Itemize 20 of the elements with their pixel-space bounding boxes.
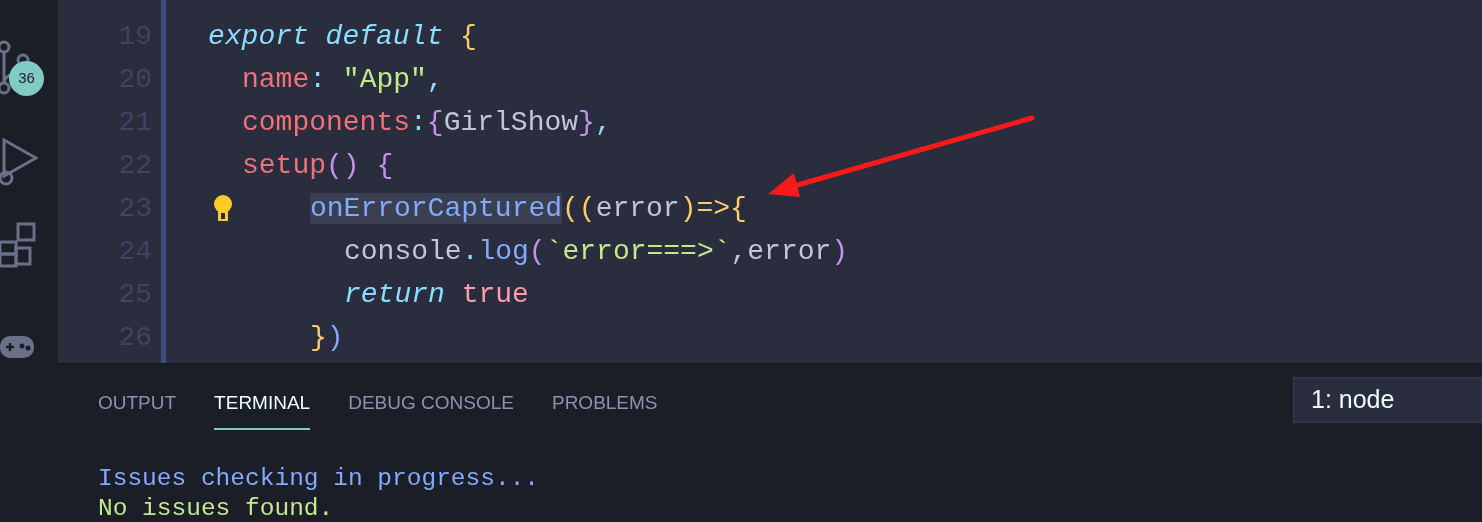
code-line: components:{GirlShow}, — [242, 107, 612, 138]
code-line: onErrorCaptured((error)=>{ — [310, 193, 747, 224]
code-line: console.log(`error===>`,error) — [344, 236, 849, 267]
code-line: name: "App", — [242, 64, 444, 95]
run-debug-icon[interactable] — [0, 138, 38, 188]
code-line: }) — [310, 322, 344, 353]
terminal-select[interactable]: 1: node — [1293, 377, 1482, 423]
terminal-line: Issues checking in progress... — [98, 463, 541, 494]
panel-tab[interactable]: DEBUG CONSOLE — [348, 389, 514, 430]
panel-tab[interactable]: OUTPUT — [98, 389, 177, 430]
code-line: setup() { — [242, 150, 394, 181]
code-line: export default { — [208, 21, 477, 52]
terminal-line: No issues found. — [98, 493, 335, 522]
gamepad-icon[interactable] — [0, 336, 34, 358]
extensions-icon[interactable] — [0, 222, 38, 268]
notification-badge: 36 — [9, 61, 44, 96]
panel-tab[interactable]: TERMINAL — [214, 389, 311, 430]
code-line: return true — [344, 279, 529, 310]
panel-tab[interactable]: PROBLEMS — [551, 389, 658, 430]
lightbulb-icon[interactable] — [213, 195, 233, 223]
